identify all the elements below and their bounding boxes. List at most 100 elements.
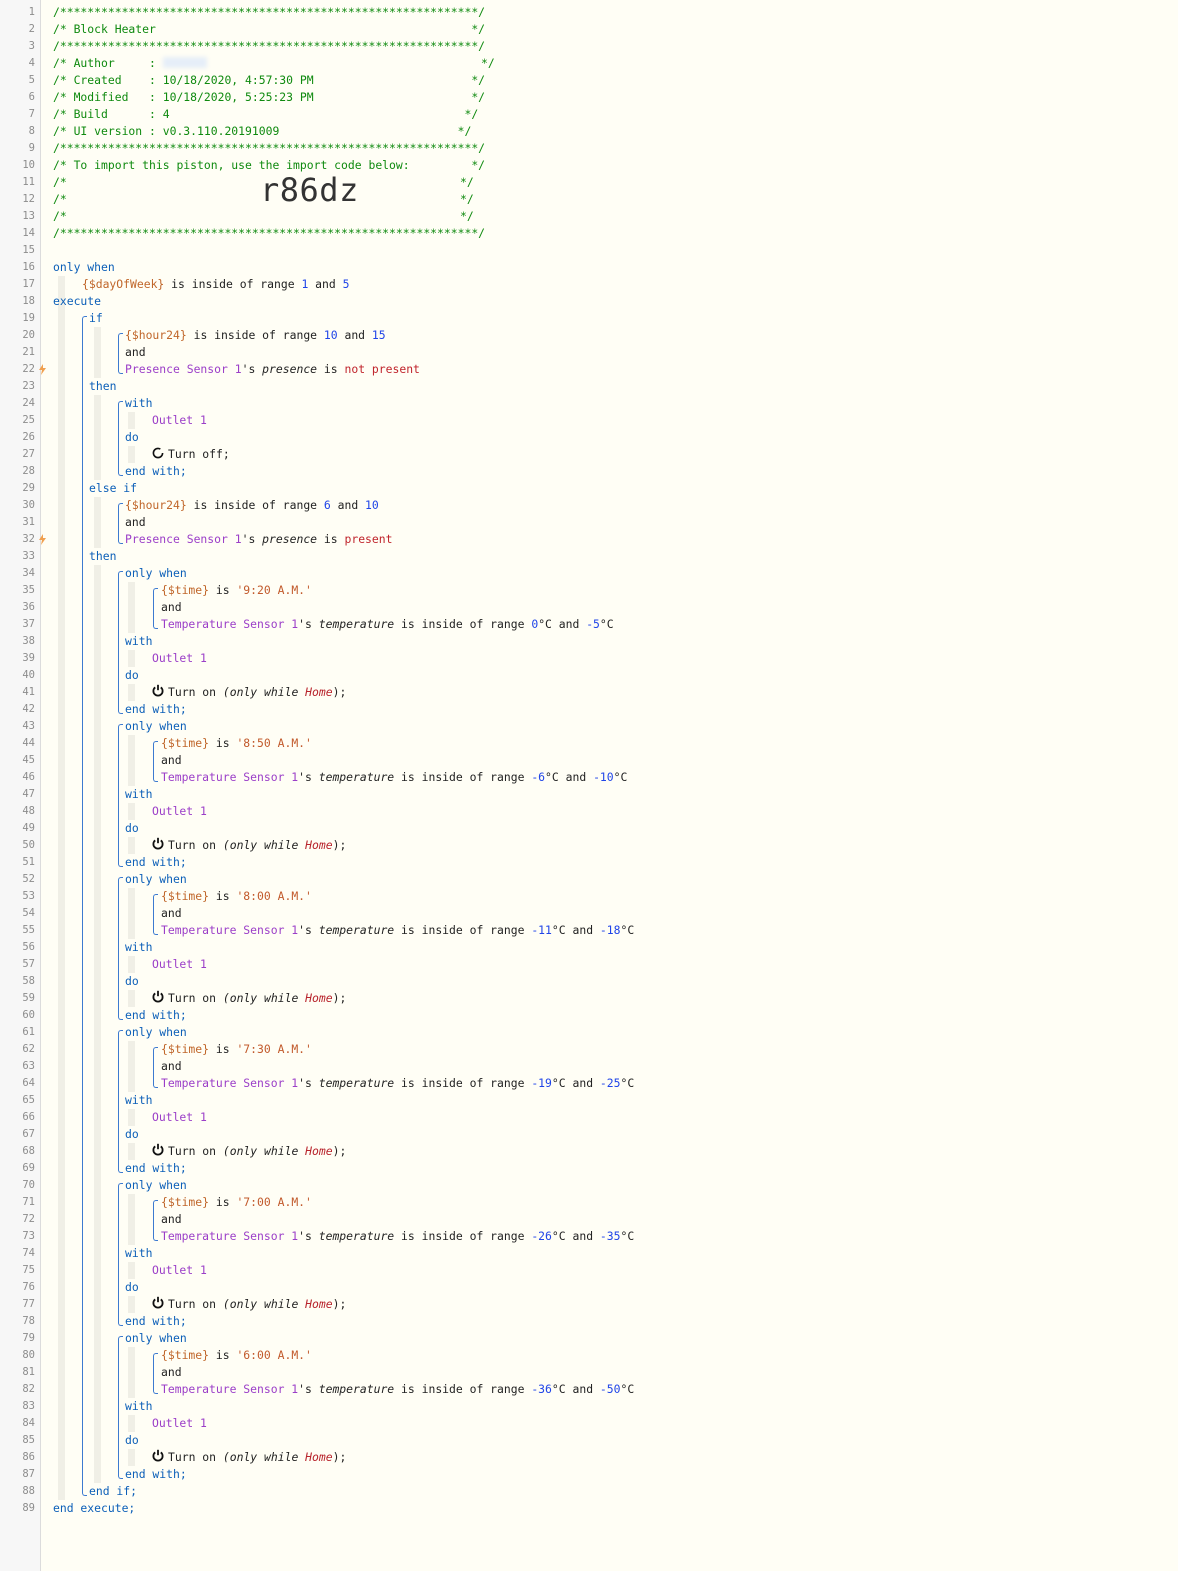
device-name[interactable]: Outlet 1	[152, 957, 207, 971]
line-number: 72	[22, 1213, 35, 1225]
code-line: 18 execute	[0, 293, 1178, 310]
command-text: (only while	[222, 1297, 306, 1311]
line-number: 21	[22, 346, 35, 358]
keyword: with	[125, 396, 153, 410]
import-code[interactable]: r86dz	[260, 174, 359, 206]
line-number: 42	[22, 703, 35, 715]
code-line: 89 end execute;	[0, 1500, 1178, 1517]
device-name[interactable]: Outlet 1	[152, 804, 207, 818]
code-line: 40 do	[0, 667, 1178, 684]
code-line: 15	[0, 242, 1178, 259]
comment-text: /***************************************…	[53, 226, 486, 240]
code-line: 59 Turn on (only while Home);	[0, 990, 1178, 1007]
code-line: 48 Outlet 1	[0, 803, 1178, 820]
device-name[interactable]: Temperature Sensor 1	[161, 1229, 298, 1243]
code-content: only when	[53, 259, 115, 276]
time-value: '8:50 A.M.'	[236, 736, 312, 750]
device-name[interactable]: Outlet 1	[152, 413, 207, 427]
line-number: 39	[22, 652, 35, 664]
line-number: 57	[22, 958, 35, 970]
line-number: 6	[28, 91, 35, 103]
code-content: /* Author : */	[53, 55, 495, 72]
power-on-icon[interactable]	[152, 990, 164, 1008]
device-name[interactable]: Temperature Sensor 1	[161, 1076, 298, 1090]
code-content: only when	[125, 1024, 187, 1041]
attribute-name: temperature	[318, 617, 395, 631]
code-content: {$time} is '8:50 A.M.'	[161, 735, 312, 752]
code-content: do	[125, 667, 139, 684]
device-name[interactable]: Presence Sensor 1	[125, 532, 242, 546]
comment-text: /*	[53, 209, 67, 223]
device-name[interactable]: Temperature Sensor 1	[161, 770, 298, 784]
code-content: /* UI version : v0.3.110.20191009 */	[53, 123, 471, 140]
device-name[interactable]: Outlet 1	[152, 1263, 207, 1277]
code-line: 19 if	[0, 310, 1178, 327]
device-name[interactable]: Outlet 1	[152, 1110, 207, 1124]
device-name[interactable]: Temperature Sensor 1	[161, 617, 298, 631]
line-number: 60	[22, 1009, 35, 1021]
code-line: 28 end with;	[0, 463, 1178, 480]
code-line: 72 and	[0, 1211, 1178, 1228]
command-text: (only while	[222, 838, 306, 852]
code-content: {$time} is '9:20 A.M.'	[161, 582, 312, 599]
line-number: 63	[22, 1060, 35, 1072]
line-number: 8	[28, 125, 35, 137]
operator-text: is	[209, 1195, 237, 1209]
command-text: );	[332, 685, 347, 699]
device-name[interactable]: Outlet 1	[152, 651, 207, 665]
line-number: 10	[22, 159, 35, 171]
keyword: do	[125, 430, 139, 444]
keyword: execute	[53, 294, 102, 308]
variable: {$time}	[161, 889, 210, 903]
power-off-icon[interactable]	[152, 446, 164, 464]
code-line: 30 {$hour24} is inside of range 6 and 10	[0, 497, 1178, 514]
code-line: 2 /* Block Heater */	[0, 21, 1178, 38]
keyword: with	[125, 1399, 153, 1413]
code-line: 70 only when	[0, 1177, 1178, 1194]
operator-text: is inside of range	[394, 770, 532, 784]
device-name[interactable]: Outlet 1	[152, 1416, 207, 1430]
unit-text: °C	[551, 1076, 566, 1090]
command-text: Turn on	[168, 1297, 223, 1311]
code-line: 77 Turn on (only while Home);	[0, 1296, 1178, 1313]
code-content: do	[125, 1279, 139, 1296]
device-name[interactable]: Temperature Sensor 1	[161, 1382, 298, 1396]
code-line: 64 Temperature Sensor 1's temperature is …	[0, 1075, 1178, 1092]
power-on-icon[interactable]	[152, 837, 164, 855]
power-on-icon[interactable]	[152, 1143, 164, 1161]
line-number: 14	[22, 227, 35, 239]
author-redacted	[162, 57, 207, 68]
code-content: Turn off;	[152, 446, 230, 464]
power-on-icon[interactable]	[152, 1449, 164, 1467]
line-number: 69	[22, 1162, 35, 1174]
comment-text: /***************************************…	[53, 5, 486, 19]
line-number: 15	[22, 244, 35, 256]
code-line: 49 do	[0, 820, 1178, 837]
device-name[interactable]: Presence Sensor 1	[125, 362, 242, 376]
code-content: do	[125, 973, 139, 990]
code-content: only when	[125, 1330, 187, 1347]
code-content: /***************************************…	[53, 140, 485, 157]
line-number: 18	[22, 295, 35, 307]
code-content: Temperature Sensor 1's temperature is in…	[161, 769, 627, 786]
code-line: 25 Outlet 1	[0, 412, 1178, 429]
keyword: end with;	[125, 702, 187, 716]
code-line: 46 Temperature Sensor 1's temperature is …	[0, 769, 1178, 786]
device-name[interactable]: Temperature Sensor 1	[161, 923, 298, 937]
line-number: 43	[22, 720, 35, 732]
code-line: 31 and	[0, 514, 1178, 531]
lightning-bolt-icon[interactable]	[38, 534, 47, 545]
line-number: 62	[22, 1043, 35, 1055]
code-content: /***************************************…	[53, 225, 485, 242]
keyword: end with;	[125, 464, 187, 478]
power-on-icon[interactable]	[152, 684, 164, 702]
line-number: 79	[22, 1332, 35, 1344]
author-label: /* Author :	[53, 56, 163, 70]
line-number: 23	[22, 380, 35, 392]
unit-text: °C	[613, 770, 628, 784]
unit-text: °C	[538, 617, 552, 631]
lightning-bolt-icon[interactable]	[38, 364, 47, 375]
command-text: );	[332, 1144, 347, 1158]
power-on-icon[interactable]	[152, 1296, 164, 1314]
operator-text: 's	[241, 362, 263, 376]
